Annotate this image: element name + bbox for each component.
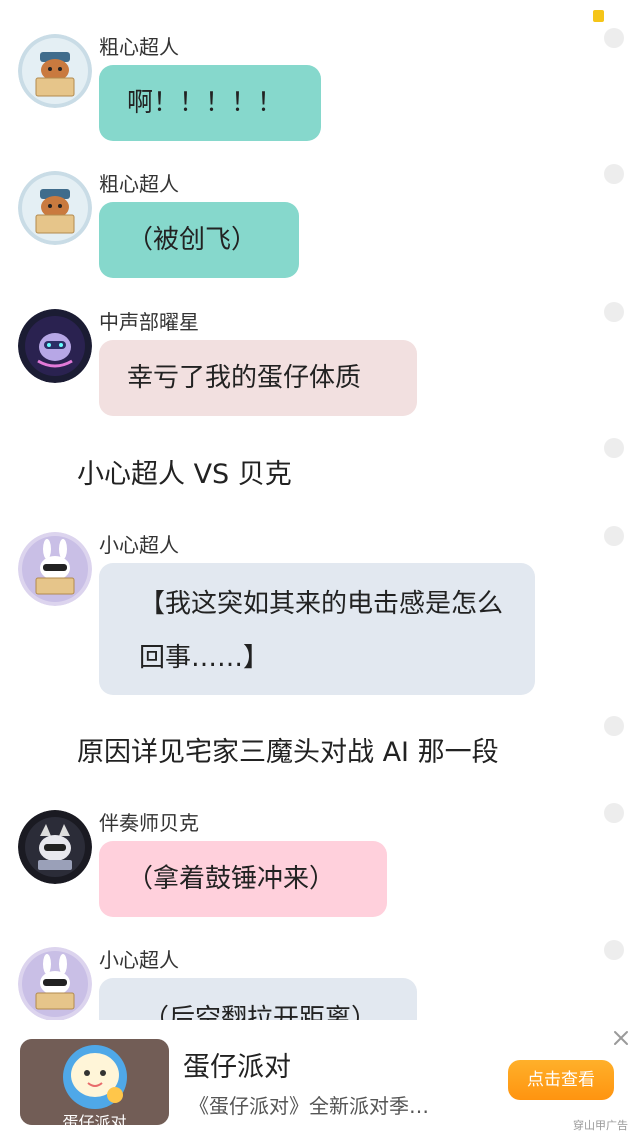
notification-indicator [593, 10, 604, 22]
side-dot [604, 302, 624, 322]
side-dot [604, 164, 624, 184]
chat-feed[interactable]: 粗心超人 啊！！！！！ 粗心超人 （被创飞） 中声部曜星 幸亏了我的蛋仔体质 小… [0, 0, 640, 1020]
tanuki-police-avatar[interactable] [18, 34, 92, 108]
ad-title[interactable]: 蛋仔派对 [183, 1045, 291, 1084]
username: 中声部曜星 [99, 310, 199, 334]
username: 粗心超人 [99, 172, 179, 196]
side-dot [604, 28, 624, 48]
ad-banner[interactable]: 蛋仔派对 蛋仔派对 《蛋仔派对》全新派对季… 点击查看 穿山甲广告 [0, 1020, 640, 1139]
ad-thumbnail[interactable]: 蛋仔派对 [20, 1039, 169, 1125]
close-icon[interactable] [611, 1028, 631, 1048]
username: 小心超人 [99, 948, 179, 972]
message-bubble[interactable]: （拿着鼓锤冲来） [99, 841, 387, 917]
side-dot [604, 526, 624, 546]
message-bubble[interactable]: 【我这突如其来的电击感是怎么回事……】 [99, 563, 535, 695]
username: 粗心超人 [99, 35, 179, 59]
username: 伴奏师贝克 [99, 811, 199, 835]
message-bubble[interactable]: （后空翻拉开距离） [99, 978, 417, 1020]
ad-description: 《蛋仔派对》全新派对季… [189, 1094, 429, 1118]
side-dot [604, 803, 624, 823]
tanuki-police-avatar[interactable] [18, 171, 92, 245]
narration-text: 小心超人 VS 贝克 [77, 459, 292, 490]
narration-text: 原因详见宅家三魔头对战 AI 那一段 [77, 737, 499, 768]
side-dot [604, 716, 624, 736]
ad-thumb-label: 蛋仔派对 [62, 1113, 127, 1125]
message-bubble[interactable]: （被创飞） [99, 202, 299, 278]
message-bubble[interactable]: 幸亏了我的蛋仔体质 [99, 340, 417, 416]
bunny-mask-avatar[interactable] [18, 947, 92, 1020]
bunny-mask-avatar[interactable] [18, 532, 92, 606]
side-dot [604, 940, 624, 960]
message-bubble[interactable]: 啊！！！！！ [99, 65, 321, 141]
username: 小心超人 [99, 533, 179, 557]
view-ad-button[interactable]: 点击查看 [508, 1060, 614, 1100]
ad-provider-mark: 穿山甲广告 [573, 1119, 628, 1132]
dark-cat-avatar[interactable] [18, 810, 92, 884]
side-dot [604, 438, 624, 458]
purple-robot-avatar[interactable] [18, 309, 92, 383]
